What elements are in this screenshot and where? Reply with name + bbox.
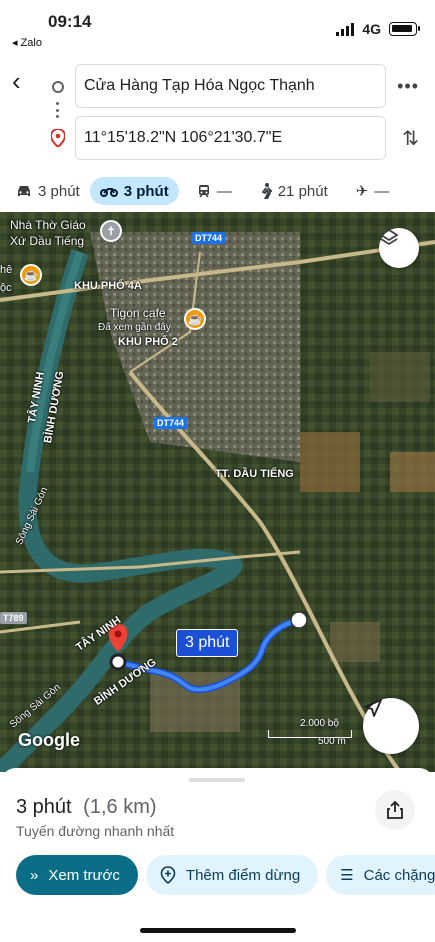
route-time-callout[interactable]: 3 phút [176,629,239,657]
mode-flight[interactable]: ✈ — [346,177,400,205]
back-icon[interactable]: ‹ [12,68,34,96]
route-distance: (1,6 km) [83,796,157,818]
home-indicator [140,928,296,933]
road-badge-t789: T789 [0,612,27,624]
transit-icon [198,185,209,198]
preview-button-label: Xem trước [48,866,120,884]
travel-modes: 3 phút 3 phút — 21 phút ✈ — [0,176,435,206]
add-stop-icon [160,866,176,884]
mode-walk[interactable]: 21 phút [250,177,338,205]
mode-car[interactable]: 3 phút [6,177,90,205]
share-icon[interactable] [375,790,415,830]
status-time: 09:14 [48,12,92,31]
map-label-church: Nhà Thờ Giáo [10,218,86,232]
map-label-khu-pho-4a: KHU PHỐ 4A [74,280,142,292]
layers-icon[interactable] [379,228,419,268]
origin-dot-icon [52,81,64,93]
route-summary: 3 phút (1,6 km) [16,796,157,819]
map-view[interactable]: ✝ Nhà Thờ Giáo Xứ Dầu Tiếng DT744 ☕ hê ộ… [0,212,435,772]
google-logo: Google [18,730,80,750]
church-icon[interactable]: ✝ [100,220,122,242]
add-stop-button[interactable]: Thêm điểm dừng [145,855,319,895]
map-scale-m: 500 m [318,736,346,747]
cafe-icon-tigon[interactable]: ☕ [184,308,206,330]
map-label-khu-pho-2: KHU PHỐ 2 [118,336,178,348]
origin-field[interactable]: Cửa Hàng Tạp Hóa Ngọc Thạnh [75,64,386,108]
route-duration: 3 phút [16,796,72,818]
satellite-map [0,212,435,772]
flight-icon: ✈ [355,183,369,200]
more-options-icon[interactable]: ••• [397,76,419,97]
route-subtitle: Tuyến đường nhanh nhất [16,823,175,839]
preview-button[interactable]: » Xem trước [16,855,138,895]
destination-field[interactable]: 11°15'18.2"N 106°21'30.7"E [75,116,386,160]
battery-icon [389,22,420,36]
destination-pin-icon [49,127,67,152]
map-label-tigon: Tigon cafe [110,306,166,320]
network-label: 4G [362,21,381,37]
mode-transit-label: — [216,182,232,200]
sheet-actions: » Xem trước Thêm điểm dừng ☰ Các chặng [16,855,435,895]
motorbike-icon [99,188,118,197]
sheet-grabber[interactable] [189,778,245,782]
car-icon [18,186,30,196]
double-chevron-icon: » [30,866,39,884]
navigate-icon[interactable] [363,698,419,754]
mode-walk-label: 21 phút [277,182,328,200]
map-label-left-poi-2: ộc [0,282,12,294]
route-dots-icon [56,102,59,118]
map-scale-ft: 2.000 bộ [300,718,339,729]
status-bar: 09:14 ◂ Zalo 4G [0,0,435,56]
route-header: ‹ Cửa Hàng Tạp Hóa Ngọc Thạnh 11°15'18.2… [0,56,435,212]
back-to-app-link[interactable]: ◂ Zalo [12,36,42,49]
cafe-icon-left[interactable]: ☕ [20,264,42,286]
mode-car-label: 3 phút [38,182,80,200]
map-label-left-poi: hê [0,264,13,276]
list-icon: ☰ [340,867,354,884]
map-label-church-2: Xứ Dầu Tiếng [10,234,85,248]
road-badge-dt744-mid: DT744 [154,417,188,429]
road-badge-dt744-top: DT744 [192,232,226,244]
mode-flight-label: — [374,182,390,200]
signal-icon [336,22,355,36]
map-label-tigon-sub: Đã xem gần đây [98,322,171,333]
route-summary-sheet: 3 phút (1,6 km) Tuyến đường nhanh nhất »… [0,768,435,942]
walk-icon [261,183,272,199]
swap-icon[interactable]: ⇅ [402,126,419,151]
mode-transit[interactable]: — [187,177,242,205]
steps-button-label: Các chặng [363,866,435,884]
mode-motorbike[interactable]: 3 phút [89,177,179,205]
steps-button[interactable]: ☰ Các chặng [326,855,435,895]
map-label-tt-dau-tieng: TT. DẦU TIẾNG [215,468,294,480]
add-stop-button-label: Thêm điểm dừng [185,866,301,884]
status-icons: 4G [336,21,420,37]
mode-motorbike-label: 3 phút [123,182,169,200]
